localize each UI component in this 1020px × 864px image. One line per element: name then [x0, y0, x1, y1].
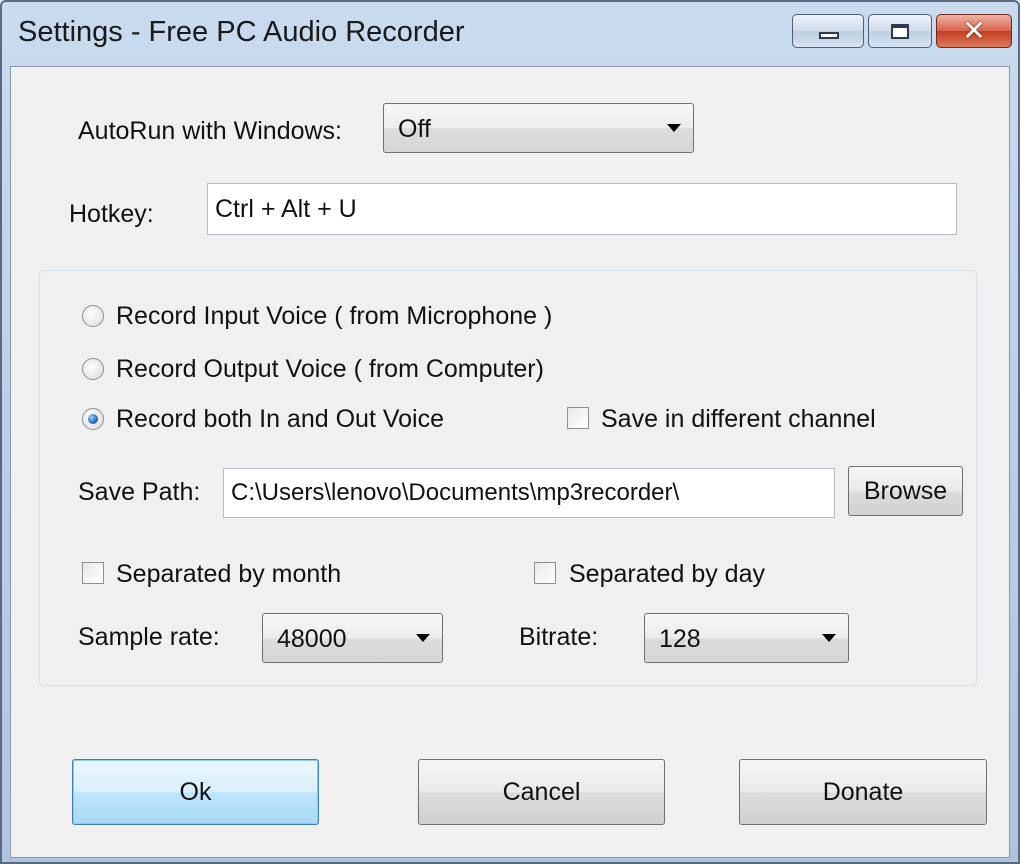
record-input-radio[interactable]	[82, 305, 104, 327]
record-input-label[interactable]: Record Input Voice ( from Microphone )	[116, 302, 552, 331]
different-channel-checkbox[interactable]	[567, 407, 589, 429]
bitrate-label: Bitrate:	[519, 623, 599, 651]
record-output-label[interactable]: Record Output Voice ( from Computer)	[116, 355, 544, 384]
maximize-icon	[891, 24, 909, 39]
separated-by-month-label[interactable]: Separated by month	[116, 560, 341, 589]
record-both-label[interactable]: Record both In and Out Voice	[116, 405, 444, 434]
title-bar[interactable]: Settings - Free PC Audio Recorder ✕	[2, 2, 1018, 66]
chevron-down-icon	[822, 634, 836, 642]
bitrate-select[interactable]: 128	[644, 613, 849, 663]
hotkey-input[interactable]	[207, 183, 957, 235]
minimize-icon	[819, 32, 839, 39]
cancel-button[interactable]: Cancel	[418, 759, 665, 825]
record-both-radio[interactable]	[82, 408, 104, 430]
maximize-button[interactable]	[868, 14, 932, 48]
separated-by-month-checkbox[interactable]	[82, 562, 104, 584]
save-path-input[interactable]	[223, 468, 835, 518]
save-path-label: Save Path:	[78, 478, 201, 506]
ok-button[interactable]: Ok	[72, 759, 319, 825]
chevron-down-icon	[667, 124, 681, 132]
different-channel-label[interactable]: Save in different channel	[601, 405, 876, 434]
dialog-body: AutoRun with Windows: Off Hotkey: Record…	[10, 66, 1010, 858]
autorun-value: Off	[398, 115, 431, 143]
window-title: Settings - Free PC Audio Recorder	[18, 16, 465, 48]
sample-rate-value: 48000	[277, 625, 347, 653]
separated-by-day-checkbox[interactable]	[534, 562, 556, 584]
chevron-down-icon	[416, 634, 430, 642]
sample-rate-select[interactable]: 48000	[262, 613, 443, 663]
minimize-button[interactable]	[792, 14, 864, 48]
autorun-select[interactable]: Off	[383, 103, 694, 153]
autorun-label: AutoRun with Windows:	[78, 117, 343, 145]
donate-button[interactable]: Donate	[739, 759, 987, 825]
browse-button[interactable]: Browse	[848, 466, 963, 516]
close-button[interactable]: ✕	[936, 14, 1012, 48]
record-output-radio[interactable]	[82, 358, 104, 380]
hotkey-label: Hotkey:	[69, 200, 154, 228]
settings-window: Settings - Free PC Audio Recorder ✕ Auto…	[0, 0, 1020, 864]
separated-by-day-label[interactable]: Separated by day	[569, 560, 765, 589]
bitrate-value: 128	[659, 625, 701, 653]
sample-rate-label: Sample rate:	[78, 623, 220, 651]
close-icon: ✕	[962, 15, 986, 46]
